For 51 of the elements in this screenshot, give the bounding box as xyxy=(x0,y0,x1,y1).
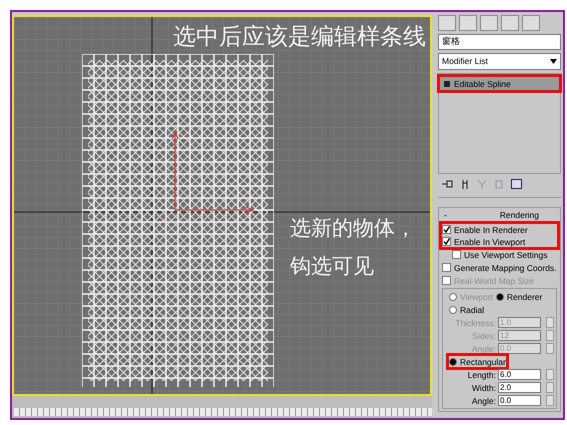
stack-item[interactable]: Editable Spline xyxy=(440,77,559,90)
collapse-toggle[interactable]: - xyxy=(444,210,447,220)
checkbox-option[interactable]: Enable In Viewport xyxy=(442,236,557,247)
radio-button[interactable] xyxy=(496,292,504,300)
radio-button[interactable] xyxy=(449,306,457,314)
modifier-stack[interactable]: Editable Spline xyxy=(438,73,561,174)
checkbox-option[interactable]: Enable In Renderer xyxy=(442,224,557,235)
spinner-icon[interactable] xyxy=(546,317,554,328)
param-label: Angle: xyxy=(472,396,496,406)
checkbox-option[interactable]: Use Viewport Settings xyxy=(442,249,557,260)
caret-icon xyxy=(550,59,557,64)
param-field[interactable]: 6.0 xyxy=(498,369,541,380)
param-label: Sides: xyxy=(472,330,496,340)
timeline-ruler[interactable] xyxy=(14,408,432,416)
param-label: Thickness: xyxy=(455,318,496,328)
modifier-list-dropdown[interactable]: Modifier List xyxy=(438,53,561,70)
spinner-icon[interactable] xyxy=(546,395,554,406)
object-name-field[interactable]: 窗格 xyxy=(438,34,561,50)
panel-tab[interactable] xyxy=(501,15,519,31)
panel-tab[interactable] xyxy=(438,15,456,31)
spinner-icon[interactable] xyxy=(546,369,554,380)
annotation-text: 选中后应该是编辑样条线 xyxy=(173,23,426,52)
radio-button[interactable] xyxy=(449,358,457,366)
param-label: Width: xyxy=(472,382,496,392)
checkbox[interactable] xyxy=(452,250,461,259)
viewport[interactable]: 选中后应该是编辑样条线 选新的物体， 钩选可见 xyxy=(12,15,432,396)
radio-option[interactable]: Rectangular xyxy=(449,356,506,367)
radio-option[interactable]: Radial xyxy=(449,304,484,315)
pin-icon[interactable] xyxy=(441,179,453,189)
spinner-icon[interactable] xyxy=(546,382,554,393)
annotation-text: 钩选可见 xyxy=(290,253,374,280)
spinner-icon[interactable] xyxy=(546,343,554,354)
rollout-title[interactable]: Rendering xyxy=(500,210,539,220)
annotation-text: 选新的物体， xyxy=(290,215,416,242)
param-field[interactable]: 0.0 xyxy=(498,395,541,406)
param-label: Angle: xyxy=(472,344,496,354)
panel-tab[interactable] xyxy=(459,15,477,31)
expand-icon[interactable] xyxy=(444,80,450,86)
branch-icon[interactable] xyxy=(477,179,487,189)
checkbox-option[interactable]: Generate Mapping Coords. xyxy=(442,262,557,273)
panel-tab[interactable] xyxy=(522,15,540,31)
configure-icon[interactable] xyxy=(511,179,522,189)
param-field[interactable]: 2.0 xyxy=(498,382,541,393)
radio-option[interactable]: Renderer xyxy=(496,291,542,302)
checkbox[interactable] xyxy=(442,225,451,234)
param-label: Length: xyxy=(468,370,496,380)
checkbox[interactable] xyxy=(442,263,451,272)
spinner-icon[interactable] xyxy=(546,330,554,341)
transform-gizmo-icon xyxy=(172,130,257,215)
panel-tab[interactable] xyxy=(480,15,498,31)
checkbox[interactable] xyxy=(442,237,451,246)
